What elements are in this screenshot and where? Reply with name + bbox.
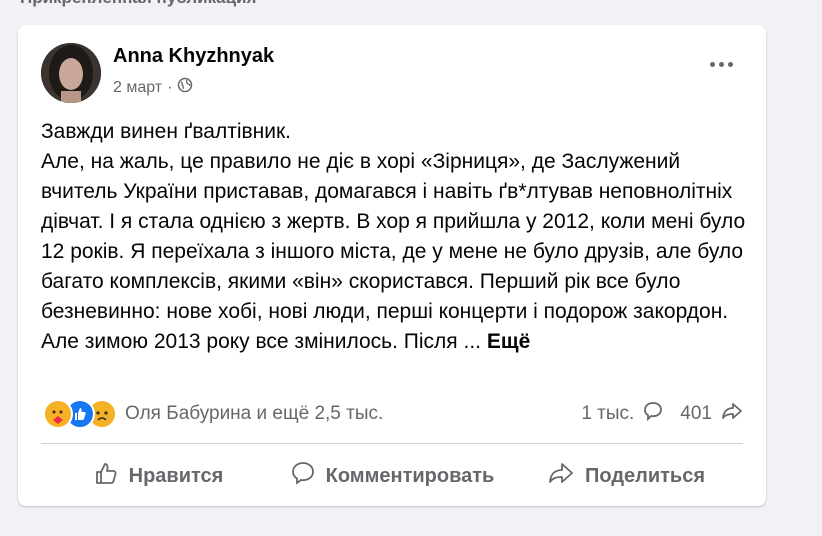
post-actions: Нравится Комментировать Поделиться — [41, 453, 743, 499]
post-card: Anna Khyzhnyak 2 март · Завжди винен ґва… — [18, 25, 766, 506]
like-button-label: Нравится — [128, 464, 224, 487]
reactions-text: Оля Бабурина и ещё 2,5 тыс. — [125, 403, 384, 424]
share-count-icon — [720, 400, 744, 428]
like-button[interactable]: Нравится — [41, 453, 275, 499]
comment-button[interactable]: Комментировать — [275, 453, 509, 499]
share-button-label: Поделиться — [584, 464, 706, 487]
share-button[interactable]: Поделиться — [509, 453, 743, 499]
shares-count[interactable]: 401 — [680, 403, 712, 425]
author-avatar[interactable] — [41, 43, 101, 103]
post-stats: 1 тыс. 401 — [581, 400, 744, 428]
post-paragraph-1: Завжди винен ґвалтівник. — [41, 120, 292, 143]
comment-button-label: Комментировать — [325, 464, 495, 487]
globe-icon[interactable] — [177, 77, 193, 98]
care-reaction-icon — [43, 399, 73, 429]
more-icon[interactable] — [710, 57, 740, 71]
share-icon — [547, 460, 575, 492]
reactions-summary[interactable]: Оля Бабурина и ещё 2,5 тыс. — [43, 399, 383, 429]
meta-separator: · — [167, 78, 173, 96]
comment-count-icon — [642, 400, 664, 428]
post-meta: 2 март · — [113, 77, 193, 98]
comment-icon — [290, 460, 316, 492]
pinned-post-label: Прикреплённая публикация — [20, 0, 256, 8]
see-more-link[interactable]: Ещё — [487, 330, 530, 353]
actions-divider — [41, 443, 743, 444]
post-text: Завжди винен ґвалтівник. Але, на жаль, ц… — [41, 117, 747, 357]
post-paragraph-2: Але, на жаль, це правило не діє в хорі «… — [41, 150, 746, 353]
author-name[interactable]: Anna Khyzhnyak — [113, 45, 274, 68]
post-date[interactable]: 2 март — [113, 79, 162, 97]
comments-count[interactable]: 1 тыс. — [581, 403, 634, 425]
like-icon — [93, 460, 119, 492]
